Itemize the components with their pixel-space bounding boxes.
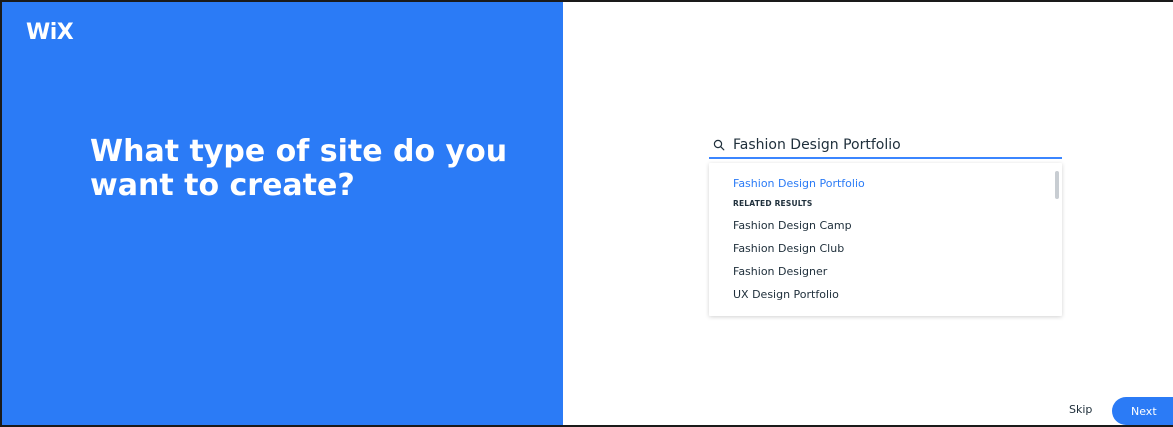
search-input[interactable] [733, 132, 1062, 157]
wix-logo[interactable]: WiX [26, 20, 74, 45]
results-scrollbar[interactable] [1055, 171, 1059, 199]
skip-link[interactable]: Skip [1069, 403, 1092, 416]
intro-panel: WiX What type of site do you want to cre… [2, 2, 563, 425]
related-results-label: RELATED RESULTS [733, 199, 813, 208]
page-headline: What type of site do you want to create? [90, 134, 508, 203]
search-results-dropdown: Fashion Design Portfolio RELATED RESULTS… [709, 163, 1062, 316]
result-item[interactable]: Fashion Design Club [733, 242, 844, 255]
result-top-match[interactable]: Fashion Design Portfolio [733, 177, 865, 190]
result-item[interactable]: Fashion Design Camp [733, 219, 852, 232]
site-type-search[interactable] [709, 132, 1062, 159]
search-icon [711, 137, 727, 153]
result-item[interactable]: Fashion Designer [733, 265, 827, 278]
result-item[interactable]: UX Design Portfolio [733, 288, 839, 301]
next-button[interactable]: Next [1112, 397, 1173, 425]
